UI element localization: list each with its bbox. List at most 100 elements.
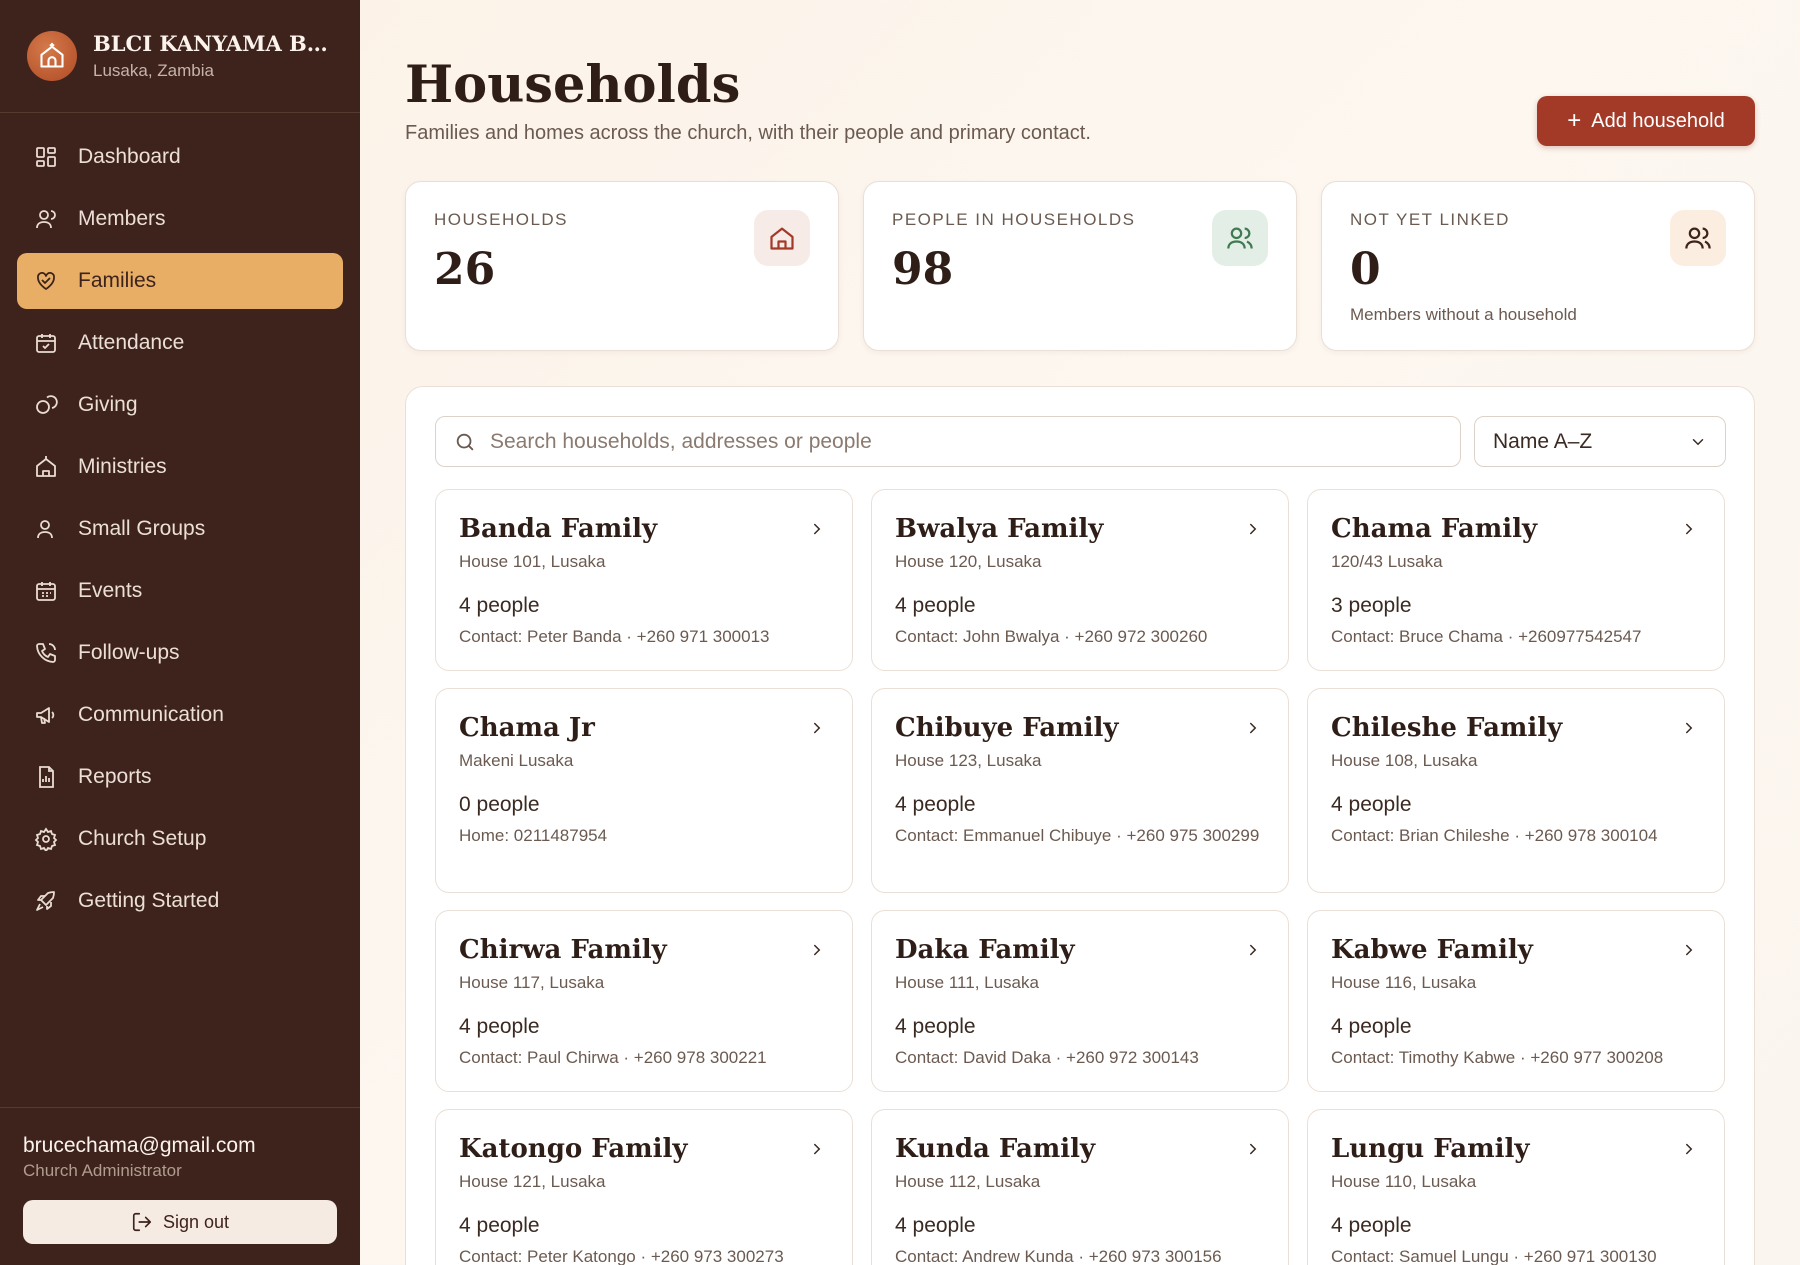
household-name: Kunda Family <box>895 1134 1096 1164</box>
household-contact: Contact: Brian Chileshe · +260 978 30010… <box>1331 826 1658 845</box>
household-card[interactable]: Kabwe Family House 116, Lusaka 4 people … <box>1307 910 1725 1092</box>
sidebar-item-label: Members <box>78 207 166 230</box>
sidebar-item-label: Dashboard <box>78 145 181 168</box>
users-icon <box>1670 210 1726 266</box>
sidebar-item-getting-started[interactable]: Getting Started <box>17 873 343 929</box>
household-address: House 110, Lusaka <box>1331 1172 1477 1191</box>
sidebar-item-ministries[interactable]: Ministries <box>17 439 343 495</box>
sidebar-item-label: Getting Started <box>78 889 220 912</box>
add-household-label: Add household <box>1591 109 1725 132</box>
dashboard-icon <box>36 147 56 167</box>
household-people-count: 4 people <box>459 1214 540 1237</box>
sidebar-item-reports[interactable]: Reports <box>17 749 343 805</box>
sidebar-item-events[interactable]: Events <box>17 563 343 619</box>
household-people-count: 0 people <box>459 793 540 816</box>
household-name: Chibuye Family <box>895 713 1119 743</box>
user-panel: brucechama@gmail.com Church Administrato… <box>0 1107 360 1265</box>
sidebar-item-label: Giving <box>78 393 138 416</box>
household-address: House 120, Lusaka <box>895 552 1042 571</box>
calendar-icon <box>36 582 56 601</box>
sidebar-item-communication[interactable]: Communication <box>17 687 343 743</box>
household-name: Bwalya Family <box>895 514 1104 544</box>
household-people-count: 4 people <box>1331 1214 1412 1237</box>
chevron-right-icon <box>1686 1143 1693 1155</box>
rocket-icon <box>36 891 55 911</box>
megaphone-icon <box>36 707 55 724</box>
household-people-count: 4 people <box>895 1214 976 1237</box>
chevron-right-icon <box>1250 722 1257 734</box>
household-card[interactable]: Chileshe Family House 108, Lusaka 4 peop… <box>1307 688 1725 893</box>
sidebar-item-label: Communication <box>78 703 224 726</box>
household-contact: Contact: Timothy Kabwe · +260 977 300208 <box>1331 1048 1664 1067</box>
search-input[interactable] <box>490 429 1450 454</box>
household-card[interactable]: Chama Family 120/43 Lusaka 3 people Cont… <box>1307 489 1725 671</box>
sidebar-item-attendance[interactable]: Attendance <box>17 315 343 371</box>
household-contact: Contact: Paul Chirwa · +260 978 300221 <box>459 1048 767 1067</box>
stat-card-households: HOUSEHOLDS 26 <box>405 181 839 351</box>
chevron-right-icon <box>1250 944 1257 956</box>
household-card[interactable]: Chirwa Family House 117, Lusaka 4 people… <box>435 910 853 1092</box>
chevron-right-icon <box>814 944 821 956</box>
chevron-right-icon <box>1686 722 1693 734</box>
household-address: House 101, Lusaka <box>459 552 606 571</box>
sort-selected-value: Name A–Z <box>1493 429 1593 453</box>
sign-out-button[interactable]: Sign out <box>23 1200 337 1244</box>
household-people-count: 4 people <box>459 594 540 617</box>
chevron-right-icon <box>1250 523 1257 535</box>
chevron-right-icon <box>814 722 821 734</box>
household-card[interactable]: Kunda Family House 112, Lusaka 4 people … <box>871 1109 1289 1265</box>
household-contact: Contact: David Daka · +260 972 300143 <box>895 1048 1199 1067</box>
household-name: Chama Jr <box>459 713 595 743</box>
sidebar-item-follow-ups[interactable]: Follow-ups <box>17 625 343 681</box>
sign-out-icon <box>132 1212 152 1232</box>
sidebar: BLCI KANYAMA BR... Lusaka, Zambia Dashbo… <box>0 0 360 1265</box>
household-address: Makeni Lusaka <box>459 751 574 770</box>
sidebar-item-members[interactable]: Members <box>17 191 343 247</box>
sort-select[interactable]: Name A–Z <box>1474 416 1726 467</box>
household-name: Lungu Family <box>1331 1134 1530 1164</box>
household-people-count: 4 people <box>895 1015 976 1038</box>
sidebar-item-church-setup[interactable]: Church Setup <box>17 811 343 867</box>
household-address: House 121, Lusaka <box>459 1172 606 1191</box>
household-card[interactable]: Banda Family House 101, Lusaka 4 people … <box>435 489 853 671</box>
search-icon <box>456 433 474 450</box>
household-card[interactable]: Daka Family House 111, Lusaka 4 people C… <box>871 910 1289 1092</box>
sidebar-item-label: Families <box>78 269 157 292</box>
sidebar-item-families[interactable]: Families <box>17 253 343 309</box>
chevron-down-icon <box>1692 438 1704 445</box>
sidebar-item-label: Events <box>78 579 143 602</box>
household-people-count: 4 people <box>1331 793 1412 816</box>
users-icon <box>1212 210 1268 266</box>
sidebar-item-giving[interactable]: Giving <box>17 377 343 433</box>
household-name: Banda Family <box>459 514 658 544</box>
heart-hands-icon <box>37 272 55 290</box>
search-box[interactable] <box>435 416 1461 467</box>
household-name: Chileshe Family <box>1331 713 1563 743</box>
household-card[interactable]: Katongo Family House 121, Lusaka 4 peopl… <box>435 1109 853 1265</box>
phone-icon <box>36 643 56 663</box>
calendar-check-icon <box>36 334 56 353</box>
household-contact: Contact: Peter Katongo · +260 973 300273 <box>459 1247 784 1265</box>
household-name: Chama Family <box>1331 514 1538 544</box>
household-card[interactable]: Chibuye Family House 123, Lusaka 4 peopl… <box>871 688 1289 893</box>
stat-note: Members without a household <box>1350 305 1577 324</box>
user-role: Church Administrator <box>23 1161 182 1180</box>
household-name: Kabwe Family <box>1331 935 1533 965</box>
sidebar-nav: Dashboard Members Families Attendance Gi… <box>0 113 360 929</box>
household-address: House 116, Lusaka <box>1331 973 1477 992</box>
sidebar-item-small-groups[interactable]: Small Groups <box>17 501 343 557</box>
household-address: House 112, Lusaka <box>895 1172 1041 1191</box>
household-card[interactable]: Chama Jr Makeni Lusaka 0 people Home: 02… <box>435 688 853 893</box>
household-people-count: 4 people <box>1331 1015 1412 1038</box>
chevron-right-icon <box>814 1143 821 1155</box>
household-card[interactable]: Lungu Family House 110, Lusaka 4 people … <box>1307 1109 1725 1265</box>
household-name: Katongo Family <box>459 1134 688 1164</box>
household-card[interactable]: Bwalya Family House 120, Lusaka 4 people… <box>871 489 1289 671</box>
brand[interactable]: BLCI KANYAMA BR... Lusaka, Zambia <box>0 0 360 113</box>
household-people-count: 4 people <box>895 793 976 816</box>
household-address: House 108, Lusaka <box>1331 751 1478 770</box>
add-household-button[interactable]: + Add household <box>1537 96 1755 146</box>
household-address: House 123, Lusaka <box>895 751 1042 770</box>
household-people-count: 3 people <box>1331 594 1412 617</box>
sidebar-item-dashboard[interactable]: Dashboard <box>17 129 343 185</box>
